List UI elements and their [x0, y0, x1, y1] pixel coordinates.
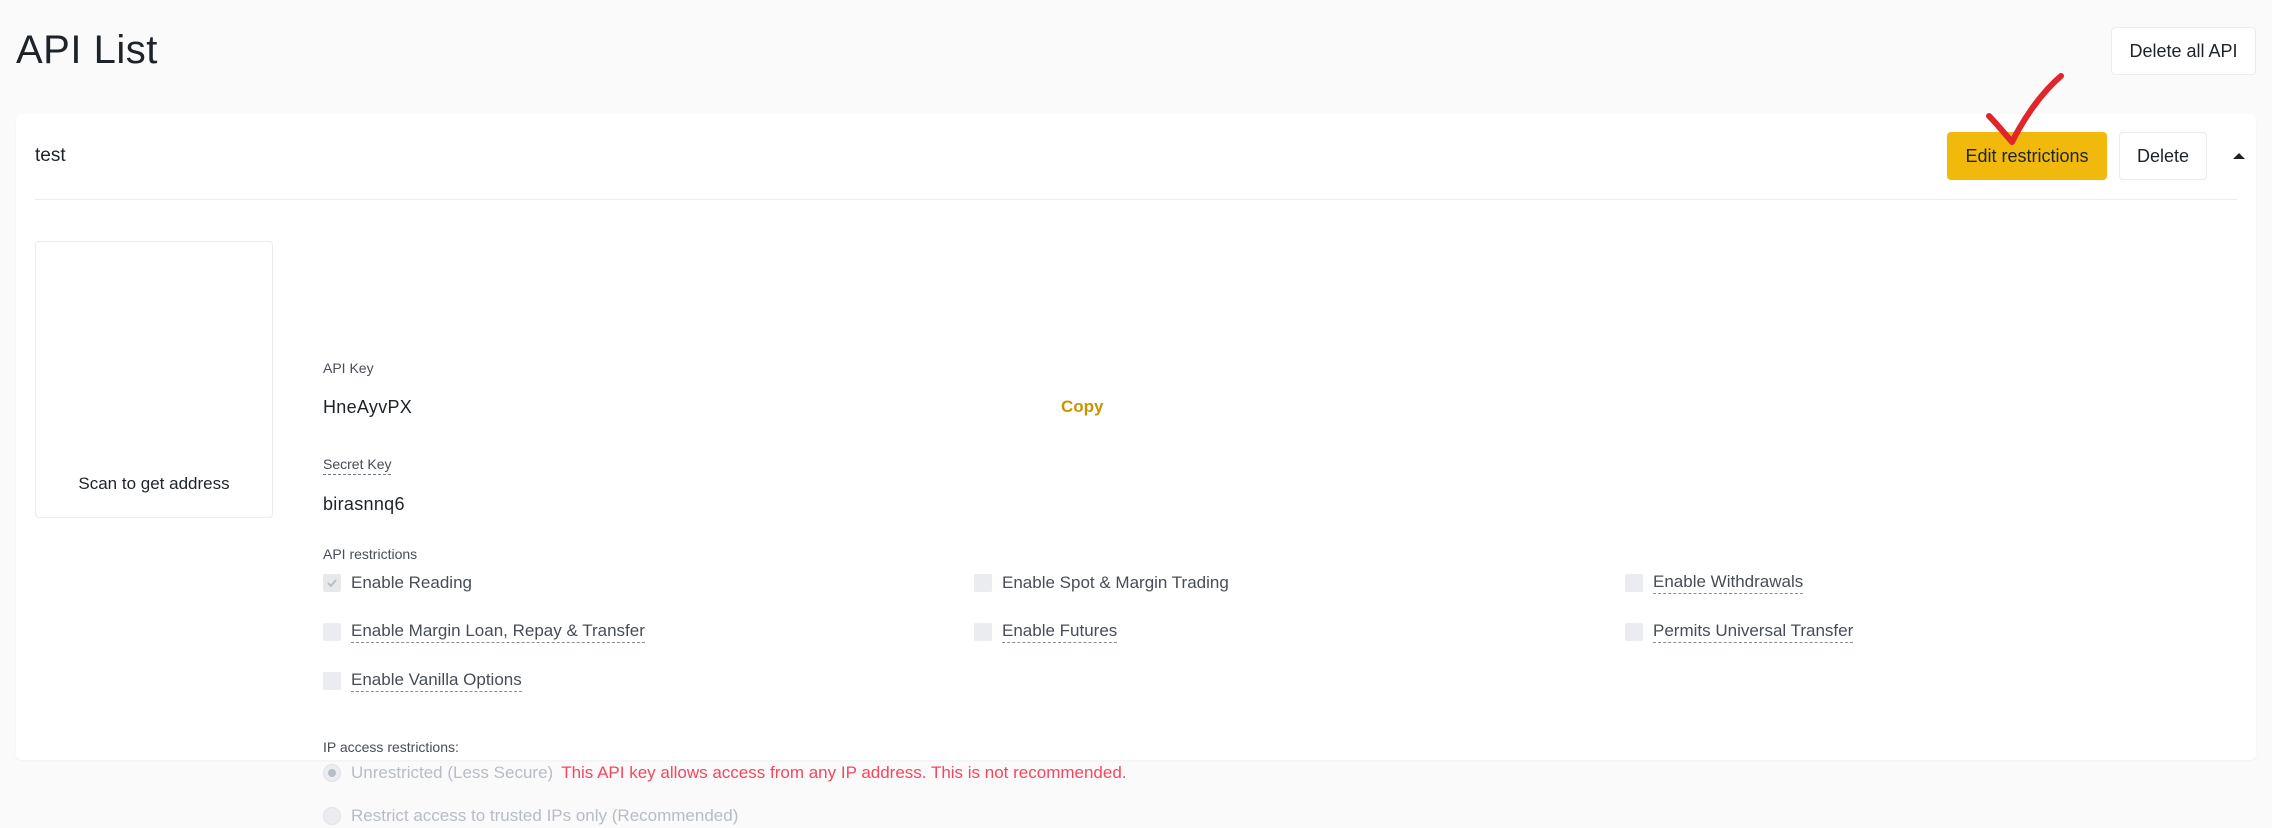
- checkbox-label: Enable Margin Loan, Repay & Transfer: [351, 621, 645, 643]
- restriction-margin-loan[interactable]: Enable Margin Loan, Repay & Transfer: [323, 620, 645, 644]
- radio-label: Restrict access to trusted IPs only (Rec…: [351, 806, 739, 825]
- api-key-value: HneAyvPX: [323, 397, 413, 417]
- checkbox-label: Permits Universal Transfer: [1653, 621, 1854, 643]
- api-name: test: [35, 145, 66, 166]
- restriction-spot-margin-trading[interactable]: Enable Spot & Margin Trading: [974, 571, 1229, 595]
- radio-button[interactable]: [323, 764, 341, 782]
- radio-button[interactable]: [323, 807, 341, 825]
- delete-all-api-button[interactable]: Delete all API: [2111, 27, 2256, 75]
- checkbox-label: Enable Futures: [1002, 621, 1118, 643]
- restriction-vanilla-options[interactable]: Enable Vanilla Options: [323, 669, 522, 693]
- restriction-enable-reading[interactable]: Enable Reading: [323, 571, 472, 595]
- qr-code-box: Scan to get address: [35, 241, 273, 518]
- delete-api-button[interactable]: Delete: [2119, 132, 2207, 180]
- restriction-withdrawals[interactable]: Enable Withdrawals: [1625, 571, 1804, 595]
- checkbox-label: Enable Spot & Margin Trading: [1002, 573, 1229, 592]
- api-card-header: test Edit restrictions Delete: [35, 114, 2245, 200]
- checkbox[interactable]: [323, 574, 341, 592]
- checkbox[interactable]: [974, 623, 992, 641]
- radio-label: Unrestricted (Less Secure): [351, 763, 554, 782]
- edit-restrictions-button[interactable]: Edit restrictions: [1947, 132, 2107, 180]
- checkbox[interactable]: [323, 672, 341, 690]
- checkbox[interactable]: [1625, 574, 1643, 592]
- ip-option-unrestricted[interactable]: Unrestricted (Less Secure) This API key …: [323, 761, 1127, 785]
- qr-caption: Scan to get address: [78, 474, 230, 493]
- restriction-universal-transfer[interactable]: Permits Universal Transfer: [1625, 620, 1854, 644]
- api-restrictions-label: API restrictions: [323, 546, 418, 562]
- api-key-label: API Key: [323, 360, 374, 376]
- check-icon: [327, 579, 337, 588]
- page-title: API List: [16, 28, 158, 72]
- caret-up-icon[interactable]: [2227, 144, 2251, 168]
- checkbox[interactable]: [1625, 623, 1643, 641]
- ip-option-trusted[interactable]: Restrict access to trusted IPs only (Rec…: [323, 804, 738, 828]
- copy-api-key-link[interactable]: Copy: [1061, 397, 1104, 417]
- page-header: API List Delete all API: [0, 0, 2272, 110]
- secret-key-value: birasnnq6: [323, 494, 405, 514]
- ip-warning-text: This API key allows access from any IP a…: [561, 763, 1127, 782]
- checkbox[interactable]: [323, 623, 341, 641]
- restriction-futures[interactable]: Enable Futures: [974, 620, 1118, 644]
- secret-key-label: Secret Key: [323, 456, 392, 475]
- checkbox-label: Enable Reading: [351, 573, 472, 592]
- checkbox-label: Enable Vanilla Options: [351, 670, 522, 692]
- api-card: test Edit restrictions Delete Scan to ge…: [16, 114, 2256, 825]
- checkbox-label: Enable Withdrawals: [1653, 572, 1804, 594]
- api-details: API Key HneAyvPX Copy Secret Key birasnn…: [323, 241, 2223, 825]
- ip-restrictions-label: IP access restrictions:: [323, 739, 459, 755]
- checkbox[interactable]: [974, 574, 992, 592]
